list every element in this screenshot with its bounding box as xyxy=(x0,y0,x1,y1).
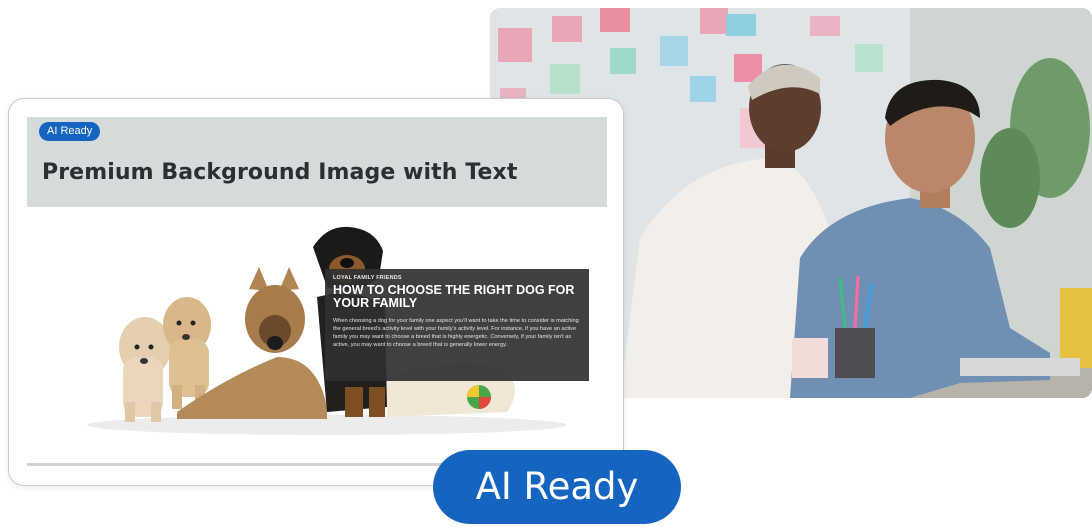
article-headline: HOW TO CHOOSE THE RIGHT DOG FOR YOUR FAM… xyxy=(333,283,575,310)
ai-ready-badge-large: AI Ready xyxy=(433,450,681,524)
card-preview: LOYAL FAMILY FRIENDS HOW TO CHOOSE THE R… xyxy=(27,207,607,463)
article-kicker: LOYAL FAMILY FRIENDS xyxy=(333,275,402,281)
article-body: When choosing a dog for your family one … xyxy=(333,318,579,348)
article-overlay: LOYAL FAMILY FRIENDS HOW TO CHOOSE THE R… xyxy=(325,269,589,381)
card-title: Premium Background Image with Text xyxy=(42,160,518,185)
template-card[interactable]: AI Ready Premium Background Image with T… xyxy=(8,98,624,486)
card-header: AI Ready Premium Background Image with T… xyxy=(27,117,607,207)
ai-ready-badge-small: AI Ready xyxy=(39,122,101,141)
